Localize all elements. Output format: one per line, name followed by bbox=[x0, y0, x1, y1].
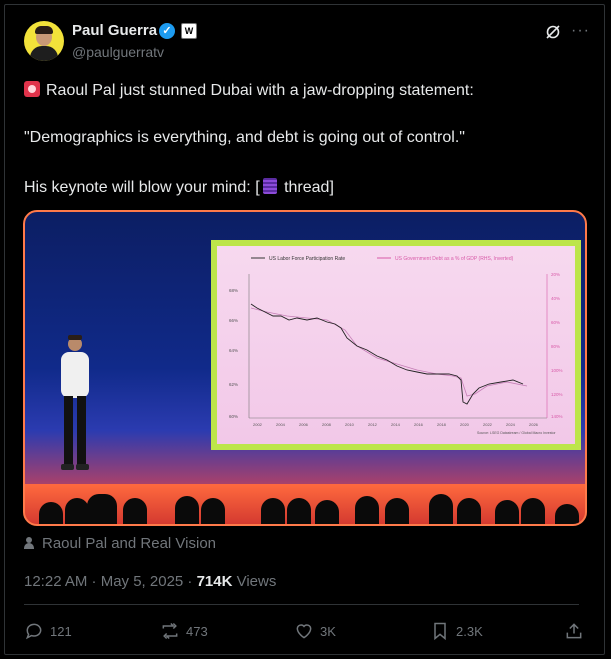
action-bar: 121 473 3K 2.3K bbox=[24, 621, 590, 645]
grok-icon[interactable] bbox=[545, 24, 561, 40]
y-left-tick-1: 68% bbox=[229, 288, 238, 293]
author-name[interactable]: Paul Guerra bbox=[72, 22, 157, 39]
y-left-tick-5: 60% bbox=[229, 414, 238, 419]
y-left-tick-3: 64% bbox=[229, 348, 238, 353]
tweet-line-1-text: Raoul Pal just stunned Dubai with a jaw-… bbox=[46, 82, 474, 99]
x-tick-5: 2010 bbox=[345, 422, 355, 427]
reply-icon bbox=[25, 623, 42, 640]
media-attribution[interactable]: Raoul Pal and Real Vision bbox=[24, 535, 216, 552]
repost-button[interactable]: 473 bbox=[160, 621, 208, 641]
author-handle[interactable]: @paulguerratv bbox=[72, 44, 164, 60]
affiliate-badge-icon[interactable]: W bbox=[181, 23, 197, 39]
share-button[interactable] bbox=[564, 621, 590, 641]
x-tick-3: 2006 bbox=[299, 422, 309, 427]
person-icon bbox=[24, 537, 34, 549]
tweet-text-line-3: His keynote will blow your mind: [ threa… bbox=[24, 178, 334, 197]
avatar[interactable] bbox=[24, 21, 64, 61]
repost-icon bbox=[162, 622, 178, 640]
speaker-figure bbox=[61, 335, 89, 470]
legend-right: US Government Debt as a % of GDP (RHS, I… bbox=[395, 256, 514, 262]
x-tick-12: 2024 bbox=[506, 422, 516, 427]
like-button[interactable]: 3K bbox=[294, 621, 336, 641]
debt-line bbox=[250, 307, 528, 397]
y-right-tick-5: 100% bbox=[551, 368, 563, 373]
tweet-meta: 12:22 AM · May 5, 2025 · 714K Views bbox=[24, 573, 276, 590]
bookmark-count: 2.3K bbox=[456, 623, 483, 639]
attribution-text: Raoul Pal and Real Vision bbox=[42, 535, 217, 552]
siren-emoji-icon bbox=[24, 81, 40, 97]
tweet-card: Paul Guerra ✓ W @paulguerratv ··· Raoul … bbox=[4, 4, 605, 655]
verified-badge-icon: ✓ bbox=[159, 23, 175, 39]
y-right-tick-1: 20% bbox=[551, 272, 560, 277]
views-count: 714K bbox=[196, 573, 233, 590]
tweet-text-line-1: Raoul Pal just stunned Dubai with a jaw-… bbox=[24, 81, 474, 100]
bookmark-button[interactable]: 2.3K bbox=[430, 621, 483, 641]
x-tick-13: 2026 bbox=[529, 422, 539, 427]
tweet-line-3-suffix: thread] bbox=[279, 179, 334, 196]
projected-chart: US Labor Force Participation Rate US Gov… bbox=[229, 256, 563, 435]
chart-source: Source: LSEG Datastream / Global Macro I… bbox=[477, 431, 556, 435]
x-tick-2: 2004 bbox=[276, 422, 286, 427]
more-options-icon[interactable]: ··· bbox=[571, 22, 590, 40]
like-count: 3K bbox=[320, 623, 336, 639]
tweet-line-3-prefix: His keynote will blow your mind: [ bbox=[24, 179, 260, 196]
reply-button[interactable]: 121 bbox=[24, 621, 72, 641]
x-tick-8: 2016 bbox=[414, 422, 424, 427]
x-tick-1: 2002 bbox=[253, 422, 263, 427]
views-label: Views bbox=[232, 573, 277, 590]
x-tick-4: 2008 bbox=[322, 422, 332, 427]
y-right-tick-7: 140% bbox=[551, 414, 563, 419]
tweet-media-video[interactable]: US Labor Force Participation Rate US Gov… bbox=[23, 210, 587, 526]
heart-icon bbox=[296, 624, 312, 639]
tweet-text-line-2: "Demographics is everything, and debt is… bbox=[24, 129, 465, 146]
presentation-screen: US Labor Force Participation Rate US Gov… bbox=[211, 240, 581, 450]
x-tick-11: 2022 bbox=[483, 422, 493, 427]
y-right-tick-6: 120% bbox=[551, 392, 563, 397]
bookmark-icon bbox=[434, 622, 446, 641]
x-tick-10: 2020 bbox=[460, 422, 470, 427]
share-icon bbox=[566, 623, 582, 639]
legend-left: US Labor Force Participation Rate bbox=[269, 256, 345, 262]
y-left-tick-2: 66% bbox=[229, 318, 238, 323]
divider bbox=[24, 604, 579, 605]
audience-silhouettes bbox=[25, 494, 585, 524]
y-right-tick-2: 40% bbox=[551, 296, 560, 301]
x-tick-6: 2012 bbox=[368, 422, 378, 427]
reply-count: 121 bbox=[50, 623, 72, 639]
x-tick-9: 2018 bbox=[437, 422, 447, 427]
x-tick-7: 2014 bbox=[391, 422, 401, 427]
y-right-tick-3: 60% bbox=[551, 320, 560, 325]
thread-spool-emoji-icon bbox=[262, 178, 277, 194]
repost-count: 473 bbox=[186, 623, 208, 639]
y-left-tick-4: 62% bbox=[229, 382, 238, 387]
y-right-tick-4: 80% bbox=[551, 344, 560, 349]
timestamp[interactable]: 12:22 AM · May 5, 2025 · bbox=[24, 573, 197, 590]
